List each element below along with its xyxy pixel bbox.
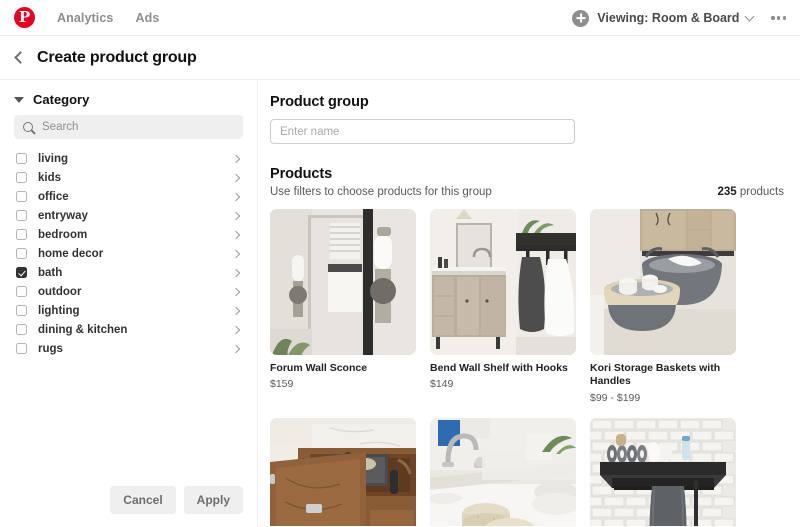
chevron-right-icon[interactable] xyxy=(232,173,240,181)
category-label: bath xyxy=(38,267,233,279)
category-checkbox[interactable] xyxy=(16,324,27,335)
main-content: Product group Products Use filters to ch… xyxy=(258,80,800,526)
category-row-dining-kitchen[interactable]: dining & kitchen xyxy=(0,320,257,339)
category-search-box[interactable]: Search xyxy=(14,115,243,139)
chevron-right-icon[interactable] xyxy=(232,287,240,295)
plus-circle-icon[interactable] xyxy=(572,10,589,27)
product-count-suffix: products xyxy=(737,186,784,198)
nav-link-ads[interactable]: Ads xyxy=(135,11,159,25)
pinterest-logo[interactable]: P xyxy=(14,7,35,28)
category-label: office xyxy=(38,191,233,203)
product-count-number: 235 xyxy=(718,186,737,198)
products-subrow: Use filters to choose products for this … xyxy=(270,186,784,198)
category-label: rugs xyxy=(38,343,233,355)
nav-link-analytics[interactable]: Analytics xyxy=(57,11,113,25)
product-card[interactable] xyxy=(270,418,416,526)
category-row-outdoor[interactable]: outdoor xyxy=(0,282,257,301)
apply-button[interactable]: Apply xyxy=(184,486,243,514)
category-checkbox[interactable] xyxy=(16,210,27,221)
category-section-header[interactable]: Category xyxy=(0,80,257,115)
page-title: Create product group xyxy=(37,49,197,67)
product-title: Kori Storage Baskets with Handles xyxy=(590,362,736,389)
products-title: Products xyxy=(270,166,784,182)
category-row-bath[interactable]: bath xyxy=(0,263,257,282)
product-card[interactable]: Forum Wall Sconce $159 xyxy=(270,209,416,404)
wall-sconce-mirror-photo[interactable] xyxy=(270,209,416,355)
product-card[interactable] xyxy=(430,418,576,526)
category-label: lighting xyxy=(38,305,233,317)
category-list: living kids office entryway bedroom xyxy=(0,149,257,358)
category-checkbox[interactable] xyxy=(16,305,27,316)
chevron-right-icon[interactable] xyxy=(232,268,240,276)
search-input[interactable]: Search xyxy=(42,121,78,133)
category-row-office[interactable]: office xyxy=(0,187,257,206)
category-section-title: Category xyxy=(33,92,89,107)
category-checkbox[interactable] xyxy=(16,343,27,354)
category-label: home decor xyxy=(38,248,233,260)
chevron-right-icon[interactable] xyxy=(232,230,240,238)
page-header: Create product group xyxy=(0,36,800,80)
category-row-lighting[interactable]: lighting xyxy=(0,301,257,320)
chevron-right-icon[interactable] xyxy=(232,154,240,162)
category-checkbox[interactable] xyxy=(16,153,27,164)
category-row-rugs[interactable]: rugs xyxy=(0,339,257,358)
search-icon xyxy=(23,122,34,133)
product-card[interactable]: Kori Storage Baskets with Handles $99 - … xyxy=(590,209,736,404)
chevron-left-icon[interactable] xyxy=(14,51,27,64)
category-checkbox[interactable] xyxy=(16,248,27,259)
black-wall-shelf-towel-photo[interactable] xyxy=(590,418,736,526)
chevron-down-icon[interactable] xyxy=(745,12,755,22)
product-group-title: Product group xyxy=(270,94,784,110)
product-price: $99 - $199 xyxy=(590,392,736,404)
chevron-right-icon[interactable] xyxy=(232,192,240,200)
bathroom-vanity-robes-photo[interactable] xyxy=(430,209,576,355)
triangle-down-icon[interactable] xyxy=(14,97,24,103)
cancel-button[interactable]: Cancel xyxy=(110,486,175,514)
chevron-right-icon[interactable] xyxy=(232,211,240,219)
product-title: Bend Wall Shelf with Hooks xyxy=(430,362,576,375)
chevron-right-icon[interactable] xyxy=(232,249,240,257)
products-subtitle: Use filters to choose products for this … xyxy=(270,186,492,198)
category-sidebar: Category Search living kids office xyxy=(0,80,258,526)
product-count: 235 products xyxy=(718,186,785,198)
product-card[interactable] xyxy=(590,418,736,526)
product-grid: Forum Wall Sconce $159 xyxy=(270,209,784,526)
category-checkbox-checked[interactable] xyxy=(16,267,27,278)
soap-bars-tray-photo[interactable] xyxy=(430,418,576,526)
product-card[interactable]: Bend Wall Shelf with Hooks $149 xyxy=(430,209,576,404)
product-price: $159 xyxy=(270,378,416,390)
category-label: entryway xyxy=(38,210,233,222)
product-group-name-input[interactable] xyxy=(270,119,575,144)
products-section: Products Use filters to choose products … xyxy=(270,166,784,198)
viewing-account-label[interactable]: Viewing: Room & Board xyxy=(597,11,739,25)
chevron-right-icon[interactable] xyxy=(232,344,240,352)
category-label: living xyxy=(38,153,233,165)
category-checkbox[interactable] xyxy=(16,229,27,240)
top-navigation-bar: P Analytics Ads Viewing: Room & Board xyxy=(0,0,800,36)
category-row-entryway[interactable]: entryway xyxy=(0,206,257,225)
woven-storage-baskets-photo[interactable] xyxy=(590,209,736,355)
category-label: dining & kitchen xyxy=(38,324,233,336)
more-horizontal-icon[interactable] xyxy=(771,16,786,19)
walnut-drawer-organizer-photo[interactable] xyxy=(270,418,416,526)
category-checkbox[interactable] xyxy=(16,172,27,183)
product-price: $149 xyxy=(430,378,576,390)
category-row-bedroom[interactable]: bedroom xyxy=(0,225,257,244)
top-navigation-right: Viewing: Room & Board xyxy=(572,0,786,36)
category-row-home-decor[interactable]: home decor xyxy=(0,244,257,263)
category-row-kids[interactable]: kids xyxy=(0,168,257,187)
category-label: outdoor xyxy=(38,286,233,298)
chevron-right-icon[interactable] xyxy=(232,306,240,314)
sidebar-footer: Cancel Apply xyxy=(0,486,257,526)
chevron-right-icon[interactable] xyxy=(232,325,240,333)
category-label: bedroom xyxy=(38,229,233,241)
product-title: Forum Wall Sconce xyxy=(270,362,416,375)
category-checkbox[interactable] xyxy=(16,286,27,297)
category-row-living[interactable]: living xyxy=(0,149,257,168)
page-body: Category Search living kids office xyxy=(0,80,800,526)
category-label: kids xyxy=(38,172,233,184)
category-checkbox[interactable] xyxy=(16,191,27,202)
